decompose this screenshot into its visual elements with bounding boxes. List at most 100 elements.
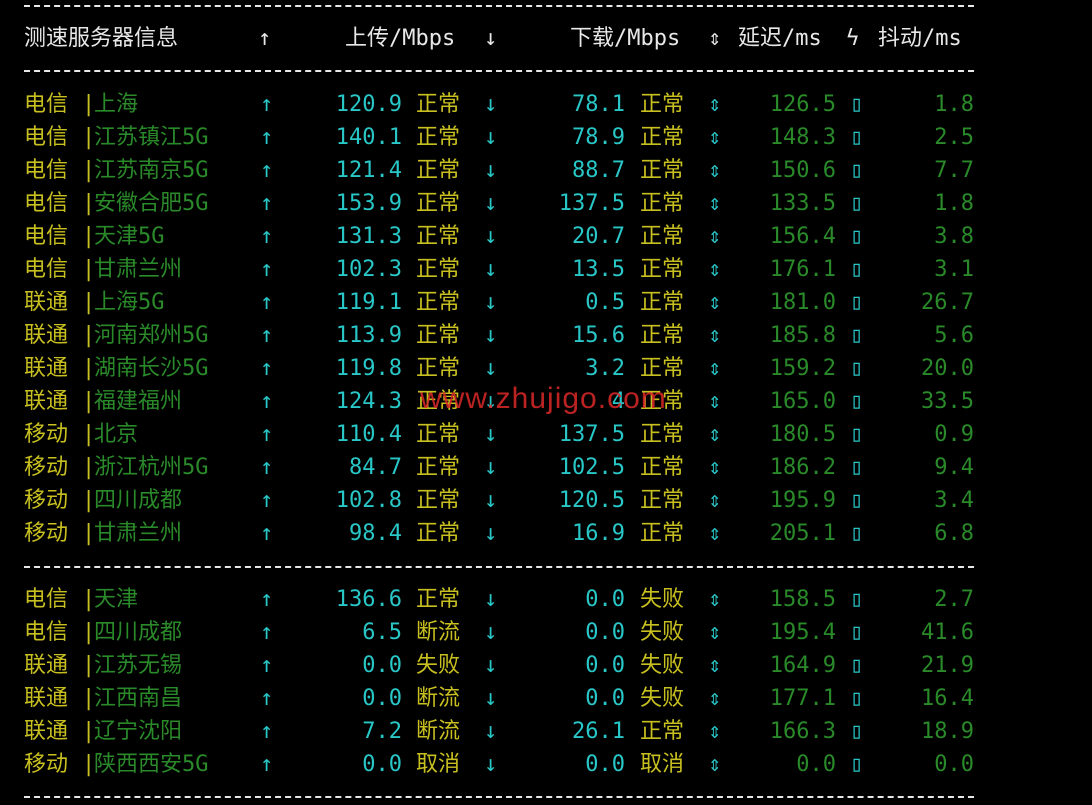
upload-arrow-icon: ↑ [260,92,274,117]
isp-label: 电信 [24,158,69,183]
download-status: 失败 [640,653,685,678]
location-label: 甘肃兰州 [94,521,183,546]
download-arrow-icon: ↓ [484,356,498,381]
download-arrow-icon: ↓ [484,191,498,216]
isp-label: 联通 [24,719,69,744]
download-value: 137.5 [558,422,625,447]
table-row: 移动 | 甘肃兰州 ↑ 98.4 正常 ↓ 16.9 正常 ⇕ 205.1 ▯ 6.8 [0,517,1092,550]
isp-label: 移动 [24,488,69,513]
isp-label: 联通 [24,389,69,414]
location-label: 天津 [94,587,139,612]
upload-arrow-icon: ↑ [260,587,274,612]
upload-status: 正常 [416,323,461,348]
upload-value: 0.0 [362,653,402,678]
download-status: 正常 [640,455,685,480]
download-arrow-icon: ↓ [484,290,498,315]
download-value: 78.9 [572,125,625,150]
jitter-value: 20.0 [921,356,974,381]
download-arrow-icon: ↓ [484,158,498,183]
download-value: 0.0 [585,587,625,612]
download-arrow-icon: ↓ [484,257,498,282]
download-value: 16.9 [572,521,625,546]
box-icon: ▯ [850,224,864,249]
table-row: 联通 | 江西南昌 ↑ 0.0 断流 ↓ 0.0 失败 ⇕ 177.1 ▯ 16.4 [0,682,1092,715]
location-label: 四川成都 [94,620,183,645]
table-row: 电信 | 上海 ↑ 120.9 正常 ↓ 78.1 正常 ⇕ 126.5 ▯ 1.8 [0,88,1092,121]
location-label: 陕西西安5G [94,752,209,777]
download-status: 正常 [640,488,685,513]
table-row: 移动 | 北京 ↑ 110.4 正常 ↓ 137.5 正常 ⇕ 180.5 ▯ 0.9 [0,418,1092,451]
jitter-value: 5.6 [934,323,974,348]
download-status: 正常 [640,356,685,381]
box-icon: ▯ [850,92,864,117]
latency-value: 180.5 [769,422,836,447]
location-label: 江苏南京5G [94,158,209,183]
jitter-value: 21.9 [921,653,974,678]
upload-status: 断流 [416,620,461,645]
bolt-icon: ϟ [846,26,860,51]
upload-arrow-icon: ↑ [260,488,274,513]
upload-status: 正常 [416,521,461,546]
upload-value: 119.1 [335,290,402,315]
updown-arrow-icon: ⇕ [708,191,722,216]
upload-value: 140.1 [335,125,402,150]
jitter-value: 1.8 [934,191,974,216]
upload-value: 6.5 [362,620,402,645]
box-icon: ▯ [850,719,864,744]
upload-value: 98.4 [349,521,402,546]
table-row: 联通 | 上海5G ↑ 119.1 正常 ↓ 0.5 正常 ⇕ 181.0 ▯ 26.7 [0,286,1092,319]
jitter-value: 3.8 [934,224,974,249]
location-label: 湖南长沙5G [94,356,209,381]
upload-status: 正常 [416,257,461,282]
download-status: 正常 [640,191,685,216]
latency-value: 186.2 [769,455,836,480]
upload-value: 124.3 [335,389,402,414]
table-row: 电信 | 江苏镇江5G ↑ 140.1 正常 ↓ 78.9 正常 ⇕ 148.3 ▯ 2.5 [0,121,1092,154]
jitter-value: 7.7 [934,158,974,183]
isp-label: 电信 [24,125,69,150]
upload-arrow-icon: ↑ [260,653,274,678]
table-row: 电信 | 安徽合肥5G ↑ 153.9 正常 ↓ 137.5 正常 ⇕ 133.5 ▯ 1.8 [0,187,1092,220]
isp-label: 移动 [24,422,69,447]
download-value: 3.2 [585,356,625,381]
box-icon: ▯ [850,389,864,414]
upload-status: 正常 [416,455,461,480]
jitter-value: 26.7 [921,290,974,315]
download-value: 0.0 [585,620,625,645]
download-status: 正常 [640,158,685,183]
location-label: 江苏无锡 [94,653,183,678]
upload-arrow-icon: ↑ [260,125,274,150]
download-value: 78.1 [572,92,625,117]
jitter-value: 3.4 [934,488,974,513]
upload-value: 102.3 [335,257,402,282]
latency-value: 195.9 [769,488,836,513]
download-arrow-icon: ↓ [484,752,498,777]
jitter-value: 2.5 [934,125,974,150]
box-icon: ▯ [850,125,864,150]
download-value: 13.5 [572,257,625,282]
upload-status: 正常 [416,224,461,249]
upload-status: 断流 [416,686,461,711]
jitter-value: 0.0 [934,752,974,777]
latency-value: 176.1 [769,257,836,282]
upload-arrow-icon: ↑ [260,389,274,414]
jitter-value: 33.5 [921,389,974,414]
download-arrow-icon: ↓ [484,686,498,711]
separator-line [24,70,974,72]
updown-arrow-icon: ⇕ [708,653,722,678]
upload-arrow-icon: ↑ [260,224,274,249]
table-row: 联通 | 辽宁沈阳 ↑ 7.2 断流 ↓ 26.1 正常 ⇕ 166.3 ▯ 18.9 [0,715,1092,748]
download-arrow-icon: ↓ [484,224,498,249]
jitter-value: 41.6 [921,620,974,645]
header-download: 下载/Mbps [570,26,681,51]
location-label: 浙江杭州5G [94,455,209,480]
download-value: 0.0 [585,653,625,678]
latency-value: 205.1 [769,521,836,546]
upload-value: 153.9 [335,191,402,216]
location-label: 北京 [94,422,139,447]
download-arrow-icon: ↓ [484,719,498,744]
isp-label: 联通 [24,356,69,381]
download-status: 失败 [640,620,685,645]
isp-label: 电信 [24,224,69,249]
isp-label: 电信 [24,620,69,645]
